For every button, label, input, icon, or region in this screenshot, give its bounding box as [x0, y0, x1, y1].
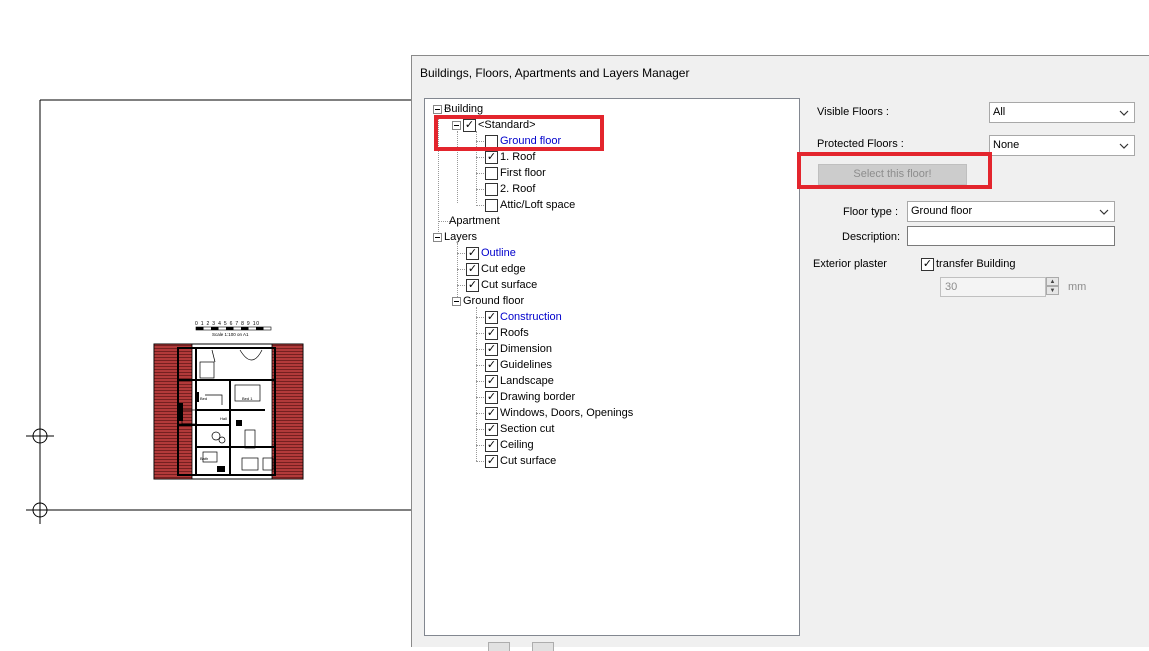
room-label: Hall	[220, 416, 227, 421]
tree-node-label: 2. Roof	[500, 183, 536, 195]
collapse-icon[interactable]	[433, 104, 442, 114]
floor-checkbox[interactable]	[485, 166, 498, 180]
layer-checkbox[interactable]: ✓	[485, 374, 498, 388]
transfer-building-checkbox[interactable]: ✓	[921, 257, 934, 271]
tree-node-label: Guidelines	[500, 359, 552, 371]
reference-point-marker[interactable]	[26, 422, 54, 450]
layer-checkbox[interactable]: ✓	[485, 454, 498, 468]
visible-floors-label: Visible Floors :	[817, 106, 889, 118]
tree-node-layer-outline[interactable]: ✓ Outline	[466, 245, 516, 261]
floor-checkbox[interactable]: ✓	[485, 150, 498, 164]
chevron-down-icon	[1097, 202, 1111, 221]
chevron-down-icon	[1117, 136, 1131, 155]
plaster-thickness-input[interactable]: 30	[940, 277, 1046, 297]
roof-left	[153, 343, 193, 480]
tree-node-label: Cut edge	[481, 263, 526, 275]
highlight-box-ground-floor	[434, 115, 604, 151]
tree-node-label: Ceiling	[500, 439, 534, 451]
description-input[interactable]	[907, 226, 1115, 246]
tree-node-label: Section cut	[500, 423, 555, 435]
tree-node-label: Construction	[500, 311, 562, 323]
tree-node-layer-ceiling[interactable]: ✓ Ceiling	[485, 437, 534, 453]
scale-bar-ticks: 0 1 2 3 4 5 6 7 8 9 10	[195, 321, 260, 327]
floor-checkbox[interactable]	[485, 182, 498, 196]
spin-up-icon[interactable]: ▲	[1046, 277, 1059, 286]
tree-node-label: Ground floor	[463, 295, 525, 307]
collapse-icon[interactable]	[452, 296, 461, 306]
layer-checkbox[interactable]: ✓	[485, 406, 498, 420]
tree-node-ground-floor-group[interactable]: Ground floor	[452, 293, 524, 309]
chevron-down-icon	[1117, 103, 1131, 122]
tree-node-layer-landscape[interactable]: ✓ Landscape	[485, 373, 554, 389]
layer-checkbox[interactable]: ✓	[485, 358, 498, 372]
tree-node-label: Windows, Doors, Openings	[500, 407, 634, 419]
tree-node-label: First floor	[500, 167, 546, 179]
layer-checkbox[interactable]: ✓	[485, 310, 498, 324]
room-label: Bed	[200, 396, 207, 401]
tree-node-label: Roofs	[500, 327, 529, 339]
tree-node-layer-section-cut[interactable]: ✓ Section cut	[485, 421, 554, 437]
tree-node-label: Landscape	[500, 375, 554, 387]
tree-node-layer-construction[interactable]: ✓ Construction	[485, 309, 562, 325]
tree-node-floor-roof-1[interactable]: ✓ 1. Roof	[485, 149, 535, 165]
tree-node-layer-cut-surface-gf[interactable]: ✓ Cut surface	[485, 453, 556, 469]
floor-plan-drawing[interactable]: Bed Bed 1 Hall Bath	[153, 343, 304, 480]
transfer-building-option[interactable]: ✓ transfer Building	[921, 256, 1016, 272]
tree-node-apartment[interactable]: Apartment	[449, 213, 500, 229]
layer-checkbox[interactable]: ✓	[466, 246, 479, 260]
exterior-plaster-label: Exterior plaster	[813, 258, 887, 270]
scale-bar-caption: Scale 1:100 on A1	[212, 332, 249, 337]
layer-checkbox[interactable]: ✓	[485, 438, 498, 452]
collapse-icon[interactable]	[433, 232, 442, 242]
floor-type-label: Floor type :	[843, 206, 899, 218]
tree-node-label: Cut surface	[500, 455, 557, 467]
layer-checkbox[interactable]: ✓	[466, 262, 479, 276]
protected-floors-value: None	[993, 139, 1020, 151]
origin-marker[interactable]	[26, 496, 54, 524]
plaster-thickness-spinner[interactable]: ▲ ▼	[1046, 277, 1059, 295]
tree-node-layer-dimension[interactable]: ✓ Dimension	[485, 341, 552, 357]
room-label: Bath	[200, 456, 208, 461]
tree-node-layer-cut-surface[interactable]: ✓ Cut surface	[466, 277, 537, 293]
tree-node-label: Dimension	[500, 343, 552, 355]
floor-type-value: Ground floor	[911, 205, 973, 217]
tree-node-label: Drawing border	[500, 391, 576, 403]
tree-node-layer-roofs[interactable]: ✓ Roofs	[485, 325, 529, 341]
layer-checkbox[interactable]: ✓	[485, 326, 498, 340]
room-label: Bed 1	[242, 396, 253, 401]
building-tree[interactable]: Building ✓ <Standard> Ground floor ✓ 1. …	[424, 98, 800, 636]
tree-node-label: Layers	[444, 231, 478, 243]
tree-node-label: Cut surface	[481, 279, 538, 291]
layer-checkbox[interactable]: ✓	[485, 390, 498, 404]
tree-node-layers[interactable]: Layers	[433, 229, 477, 245]
floor-checkbox[interactable]	[485, 198, 498, 212]
floor-type-dropdown[interactable]: Ground floor	[907, 201, 1115, 222]
scale-bar: 0 1 2 3 4 5 6 7 8 9 10 Scale 1:100 on A1	[195, 321, 272, 337]
tree-node-floor-roof-2[interactable]: 2. Roof	[485, 181, 535, 197]
description-label: Description:	[842, 231, 901, 243]
protected-floors-dropdown[interactable]: None	[989, 135, 1135, 156]
spin-down-icon[interactable]: ▼	[1046, 286, 1059, 295]
plaster-unit-label: mm	[1068, 281, 1087, 293]
tree-node-label: Attic/Loft space	[500, 199, 576, 211]
tree-node-floor-first[interactable]: First floor	[485, 165, 546, 181]
tree-node-layer-drawing-border[interactable]: ✓ Drawing border	[485, 389, 575, 405]
tree-node-layer-windows-doors[interactable]: ✓ Windows, Doors, Openings	[485, 405, 633, 421]
tree-node-layer-guidelines[interactable]: ✓ Guidelines	[485, 357, 552, 373]
protected-floors-label: Protected Floors :	[817, 138, 904, 150]
visible-floors-dropdown[interactable]: All	[989, 102, 1135, 123]
layer-checkbox[interactable]: ✓	[485, 422, 498, 436]
transfer-building-label: transfer Building	[936, 258, 1016, 270]
tree-node-label: Outline	[481, 247, 516, 259]
dialog-title: Buildings, Floors, Apartments and Layers…	[420, 66, 690, 80]
roof-right	[271, 343, 304, 480]
highlight-box-select-floor	[797, 152, 992, 189]
tree-node-layer-cut-edge[interactable]: ✓ Cut edge	[466, 261, 526, 277]
tree-node-floor-attic[interactable]: Attic/Loft space	[485, 197, 575, 213]
layer-checkbox[interactable]: ✓	[466, 278, 479, 292]
tree-node-label: 1. Roof	[500, 151, 536, 163]
layer-checkbox[interactable]: ✓	[485, 342, 498, 356]
tree-node-label: Apartment	[449, 215, 500, 227]
visible-floors-value: All	[993, 106, 1006, 118]
